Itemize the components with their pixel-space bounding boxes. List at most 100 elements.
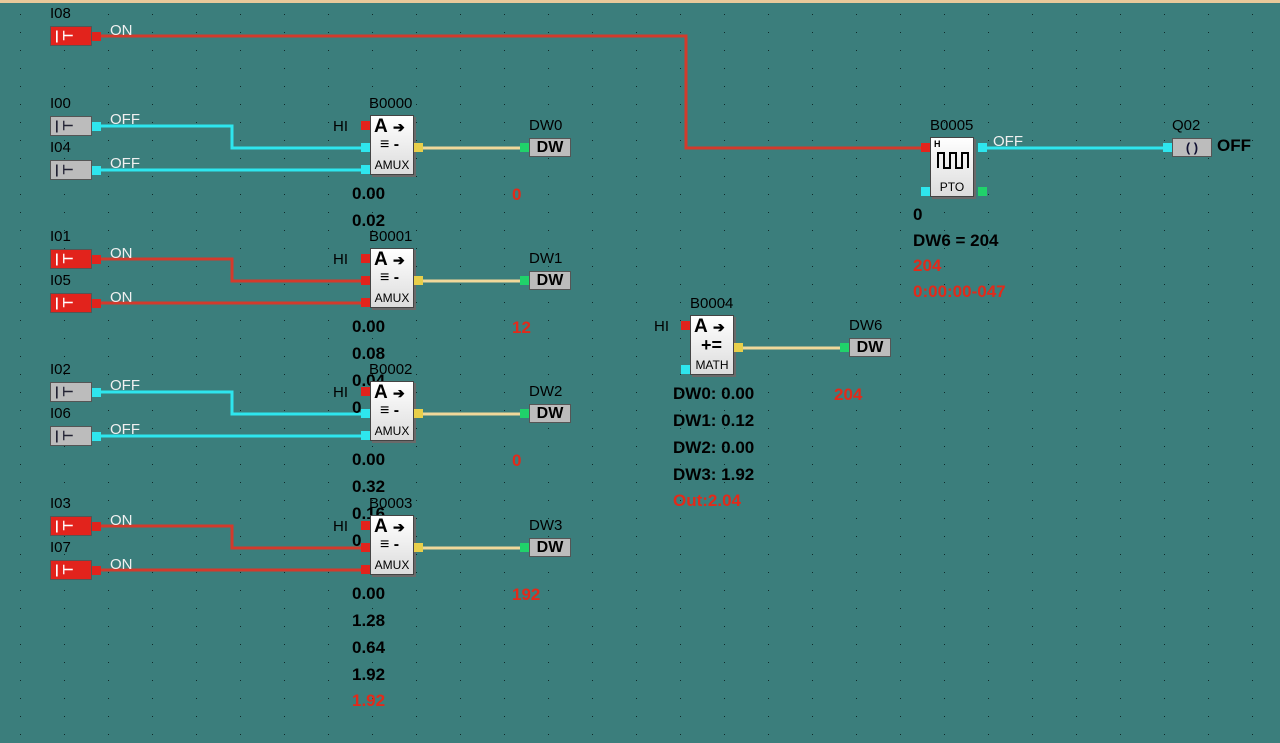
wire-i03-b0003 <box>100 524 366 550</box>
input-label-i07: I07 <box>50 539 71 556</box>
pin-in1-b0000 <box>361 143 370 152</box>
pin-in2-b0001 <box>361 298 370 307</box>
block-caption: MATH <box>695 358 729 372</box>
block-b0002-amux[interactable]: A ➔ ≡ - AMUX <box>370 381 414 441</box>
input-i03-contact[interactable]: | ⊢ <box>50 516 92 536</box>
input-label-i02: I02 <box>50 361 71 378</box>
wire-i01-b0001 <box>100 257 366 283</box>
pin-dw0 <box>520 143 529 152</box>
h-pin-label: H <box>934 139 941 149</box>
wire-i02-b0002 <box>100 390 366 416</box>
input-i01-contact[interactable]: | ⊢ <box>50 249 92 269</box>
pin-i07 <box>92 566 101 575</box>
block-b0005-pto[interactable]: H PTO <box>930 137 974 197</box>
pin-in2-b0003 <box>361 565 370 574</box>
b0001-value-1: 0.00 <box>352 317 386 336</box>
input-state-i05: ON <box>110 289 133 306</box>
input-i02-contact[interactable]: | ⊢ <box>50 382 92 402</box>
amux-icon: ≡ - <box>380 536 400 553</box>
pin-dw1 <box>520 276 529 285</box>
pin-hi-b0002 <box>361 387 370 396</box>
hi-label: HI <box>333 251 348 268</box>
hi-label: HI <box>333 518 348 535</box>
pin-i03 <box>92 522 101 531</box>
pin-dw2 <box>520 409 529 418</box>
pto-value: 0 <box>913 205 923 224</box>
arrow-right-icon: ➔ <box>393 519 405 535</box>
block-caption: AMUX <box>374 558 410 572</box>
coil-icon: ( ) <box>1185 140 1199 155</box>
dw3-value: 192 <box>512 585 541 604</box>
math-out: Out:2.04 <box>673 491 742 510</box>
pulse-icon <box>937 152 969 169</box>
pin-i05 <box>92 299 101 308</box>
contact-icon: | ⊢ <box>55 28 74 43</box>
b0003-value-3: 0.64 <box>352 638 386 657</box>
pin-i00 <box>92 122 101 131</box>
b0002-value-1: 0.00 <box>352 450 386 469</box>
pto-dw-text: DW6 = 204 <box>913 231 999 250</box>
block-b0000-amux[interactable]: A ➔ ≡ - AMUX <box>370 115 414 175</box>
input-i04-contact[interactable]: | ⊢ <box>50 160 92 180</box>
pin-out-b0003 <box>414 543 423 552</box>
input-i00-contact[interactable]: | ⊢ <box>50 116 92 136</box>
contact-icon: | ⊢ <box>55 384 74 399</box>
wire-i00-b0000 <box>100 124 366 150</box>
dw0-value: 0 <box>512 185 522 204</box>
input-label-i01: I01 <box>50 228 71 245</box>
contact-icon: | ⊢ <box>55 562 74 577</box>
pin-hi-b0004 <box>681 321 690 330</box>
block-name-b0005: B0005 <box>930 117 974 134</box>
hi-label: HI <box>654 318 669 335</box>
input-i05-contact[interactable]: | ⊢ <box>50 293 92 313</box>
hi-label: HI <box>333 118 348 135</box>
dw6-register[interactable]: DW <box>849 338 891 357</box>
output-label-q02: Q02 <box>1172 117 1201 134</box>
input-i08-contact[interactable]: | ⊢ <box>50 26 92 46</box>
pin-out-b0001 <box>414 276 423 285</box>
pin-in1-b0001 <box>361 276 370 285</box>
pin-in-b0005 <box>921 187 930 196</box>
dw3-register[interactable]: DW <box>529 538 571 557</box>
input-state-i06: OFF <box>110 421 140 438</box>
wire-i08-pto <box>100 34 930 150</box>
block-name-b0000: B0000 <box>369 95 413 112</box>
analog-icon: A <box>374 382 388 403</box>
amux-icon: ≡ - <box>380 402 400 419</box>
pto-status: OFF <box>993 133 1023 150</box>
block-caption: AMUX <box>374 424 410 438</box>
math-line-dw0: DW0: 0.00 <box>673 384 755 403</box>
q02-coil[interactable]: ( ) <box>1172 138 1212 157</box>
dw2-value: 0 <box>512 451 522 470</box>
block-name-b0004: B0004 <box>690 295 734 312</box>
diagram-canvas <box>20 14 1253 735</box>
dw2-register[interactable]: DW <box>529 404 571 423</box>
input-state-i03: ON <box>110 512 133 529</box>
input-state-i00: OFF <box>110 111 140 128</box>
b0003-value-1: 0.00 <box>352 584 386 603</box>
math-line-dw2: DW2: 0.00 <box>673 438 755 457</box>
output-label-dw3: DW3 <box>529 517 563 534</box>
input-label-i08: I08 <box>50 5 71 22</box>
input-label-i06: I06 <box>50 405 71 422</box>
pin-out2-b0005 <box>978 187 987 196</box>
input-i06-contact[interactable]: | ⊢ <box>50 426 92 446</box>
grid-dots <box>20 14 1253 735</box>
block-name-b0002: B0002 <box>369 361 413 378</box>
b0003-final-value: 1.92 <box>352 691 386 710</box>
pin-dw6 <box>840 343 849 352</box>
pin-dw3 <box>520 543 529 552</box>
pin-in2-b0000 <box>361 165 370 174</box>
input-label-i00: I00 <box>50 95 71 112</box>
contact-icon: | ⊢ <box>55 251 74 266</box>
b0003-value-4: 1.92 <box>352 665 386 684</box>
dw1-register[interactable]: DW <box>529 271 571 290</box>
input-i07-contact[interactable]: | ⊢ <box>50 560 92 580</box>
pin-hi-b0003 <box>361 521 370 530</box>
dw0-register[interactable]: DW <box>529 138 571 157</box>
block-b0001-amux[interactable]: A ➔ ≡ - AMUX <box>370 248 414 308</box>
contact-icon: | ⊢ <box>55 295 74 310</box>
contact-icon: | ⊢ <box>55 162 74 177</box>
block-b0003-amux[interactable]: A ➔ ≡ - AMUX <box>370 515 414 575</box>
block-b0004-math[interactable]: A ➔ += MATH <box>690 315 734 375</box>
